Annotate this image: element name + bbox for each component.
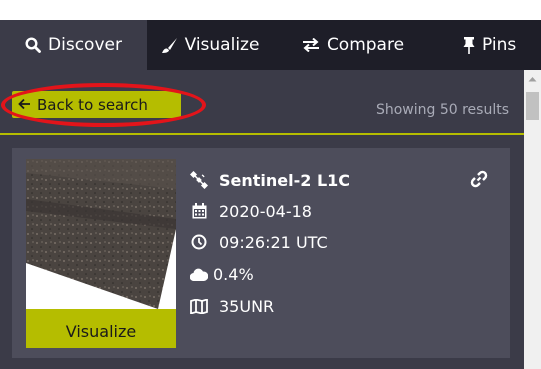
arrow-left-icon <box>18 96 31 114</box>
tab-label: Visualize <box>184 35 260 55</box>
tile-id: 35UNR <box>219 296 275 316</box>
tab-discover[interactable]: Discover <box>0 20 147 70</box>
search-icon <box>25 37 41 53</box>
time-row: 09:26:21 UTC <box>188 230 328 254</box>
tab-label: Discover <box>48 35 122 55</box>
brush-icon <box>161 37 178 54</box>
clock-icon <box>188 234 210 250</box>
scroll-up-arrow-icon[interactable] <box>524 70 541 88</box>
cloud-icon <box>188 268 210 281</box>
results-count: Showing 50 results <box>375 102 509 118</box>
link-icon[interactable] <box>470 170 488 192</box>
tab-pins[interactable]: Pins <box>433 20 541 70</box>
acquisition-date: 2020-04-18 <box>219 201 312 221</box>
tab-visualize[interactable]: Visualize <box>147 20 273 70</box>
tab-bar: Discover Visualize Compare Pins <box>0 20 541 70</box>
satellite-row: Sentinel-2 L1C <box>188 168 350 192</box>
tile-row: 35UNR <box>188 294 274 318</box>
satellite-icon <box>188 171 210 189</box>
cloud-cover: 0.4% <box>213 264 254 284</box>
back-to-search-button[interactable]: Back to search <box>12 91 181 118</box>
satellite-name: Sentinel-2 L1C <box>219 170 351 190</box>
calendar-icon <box>188 203 210 219</box>
scrollbar-thumb[interactable] <box>526 92 539 120</box>
map-icon <box>188 298 210 314</box>
result-thumbnail[interactable] <box>26 159 176 309</box>
pin-icon <box>463 36 475 54</box>
top-strip <box>0 0 541 20</box>
tab-label: Compare <box>326 35 405 55</box>
tab-compare[interactable]: Compare <box>273 20 433 70</box>
app-root: Discover Visualize Compare Pins Back to … <box>0 0 541 369</box>
acquisition-time: 09:26:21 UTC <box>219 232 328 252</box>
cloud-row: 0.4% <box>188 262 254 286</box>
swap-arrows-icon <box>302 38 320 52</box>
back-button-label: Back to search <box>37 95 148 114</box>
tab-label: Pins <box>482 35 517 55</box>
date-row: 2020-04-18 <box>188 199 312 223</box>
visualize-button[interactable]: Visualize <box>26 309 176 348</box>
